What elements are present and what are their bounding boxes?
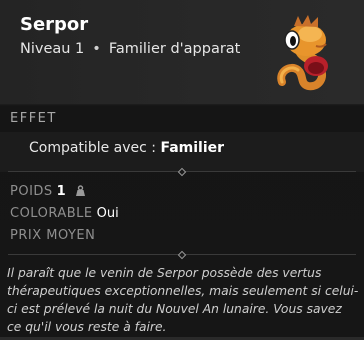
poids-value: 1: [56, 184, 66, 199]
item-description: Il paraît que le venin de Serpor possède…: [7, 266, 359, 334]
prop-prix-moyen: PRIX MOYEN: [10, 228, 95, 243]
separator-dot: •: [92, 41, 101, 57]
item-name: Serpor: [20, 14, 89, 35]
item-category: Familier d'apparat: [108, 41, 241, 57]
compat-label: Compatible avec :: [29, 140, 157, 156]
serpor-pet-icon: [277, 15, 328, 91]
poids-label: POIDS: [10, 184, 53, 199]
weight-icon: [76, 185, 86, 196]
tooltip-header: Serpor Niveau 1 • Familier d'apparat: [0, 0, 364, 104]
item-tooltip: Serpor Niveau 1 • Familier d'apparat EFFET: [0, 0, 364, 340]
divider: [8, 250, 356, 260]
compatibility-line: Compatible avec : Familier: [29, 140, 224, 156]
colorable-value: Oui: [96, 206, 119, 221]
item-level: Niveau 1: [20, 41, 85, 57]
compat-value: Familier: [160, 140, 225, 156]
prop-poids: POIDS 1: [10, 184, 87, 199]
item-subtitle: Niveau 1 • Familier d'apparat: [20, 41, 240, 57]
prix-label: PRIX MOYEN: [10, 228, 96, 243]
colorable-label: COLORABLE: [10, 206, 93, 221]
divider: [8, 167, 356, 177]
prop-colorable: COLORABLE Oui: [10, 206, 119, 221]
divider-diamond-icon: [177, 250, 187, 260]
section-effet-title: EFFET: [10, 111, 57, 126]
